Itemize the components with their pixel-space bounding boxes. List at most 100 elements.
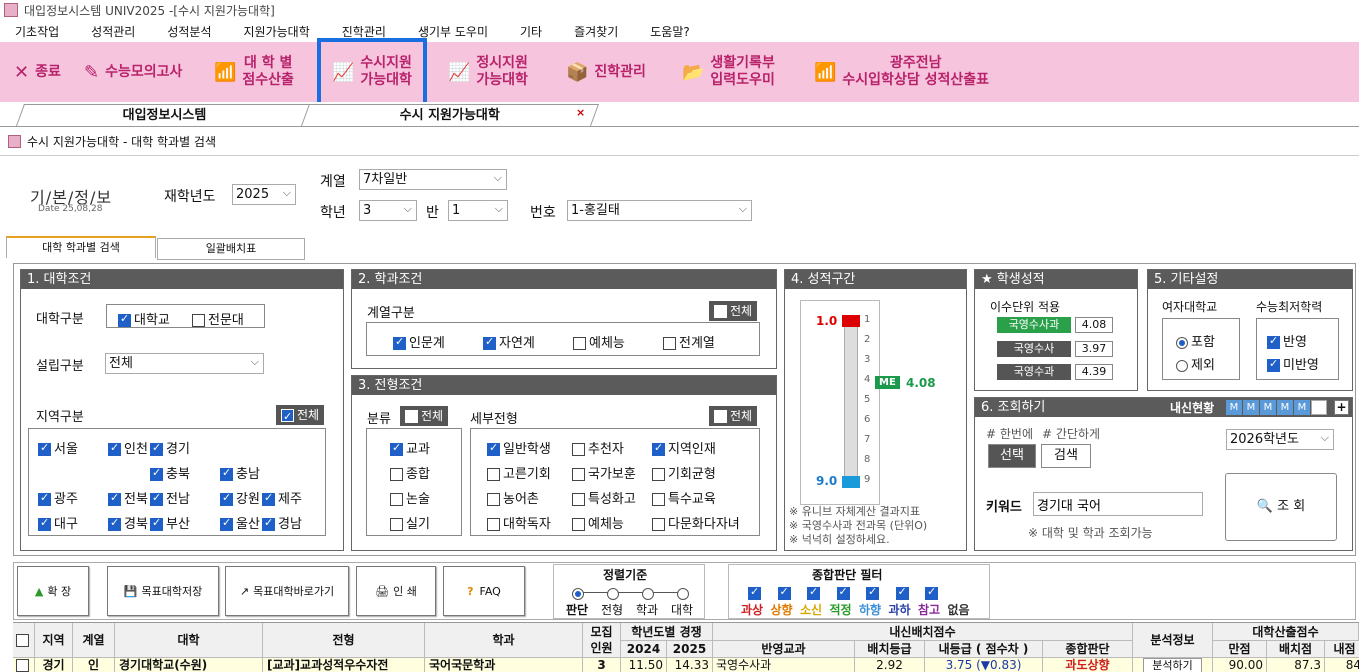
sort-radio-0[interactable] — [572, 586, 587, 600]
select-all-header[interactable] — [13, 623, 35, 658]
estab-select[interactable]: 전체 — [105, 352, 264, 374]
detail-check-5[interactable]: 기회균형 — [652, 463, 716, 482]
arts-check[interactable]: 예체능 — [573, 332, 625, 351]
menu-grades[interactable]: 성적관리 — [91, 23, 135, 40]
table-row[interactable]: 경기 인 경기대학교(수원) [교과]교과성적우수자전 국어국문학과 3 11.… — [13, 658, 1359, 672]
filter-check-1[interactable] — [777, 585, 794, 600]
class-check-1[interactable]: 종합 — [390, 463, 430, 482]
analyze-button[interactable]: 분석하기 — [1143, 658, 1202, 672]
menu-analysis[interactable]: 성적분석 — [167, 23, 211, 40]
region-check-6[interactable]: 충남 — [220, 463, 260, 482]
include-radio[interactable]: 포함 — [1176, 331, 1215, 350]
tab-main[interactable]: 대입정보시스템 — [15, 104, 315, 126]
detail-check-8[interactable]: 특수교육 — [652, 488, 716, 507]
region-check-5[interactable]: 충북 — [150, 463, 190, 482]
menu-available[interactable]: 지원가능대학 — [244, 23, 310, 40]
query-button[interactable]: 🔍 조 회 — [1225, 473, 1337, 541]
detail-check-0[interactable]: 일반학생 — [487, 438, 551, 457]
detail-check-3[interactable]: 고른기회 — [487, 463, 551, 482]
admission-button[interactable]: 📦 진학관리 — [566, 42, 646, 102]
query-year-select[interactable]: 2026학년도 — [1226, 428, 1334, 450]
tab-dept-search[interactable]: 대학 학과별 검색 — [6, 236, 156, 258]
detail-check-7[interactable]: 특성화고 — [572, 488, 636, 507]
exclude-radio[interactable]: 제외 — [1176, 354, 1215, 373]
menu-record[interactable]: 생기부 도우미 — [418, 23, 488, 40]
select-button[interactable]: 선택 — [988, 444, 1036, 468]
detail-check-9[interactable]: 대학독자 — [487, 513, 551, 532]
college-check[interactable]: 전문대 — [192, 309, 244, 328]
region-check-16[interactable]: 경남 — [262, 513, 302, 532]
track-select[interactable]: 7차일반 — [359, 168, 507, 190]
csat-apply-check[interactable]: 반영 — [1267, 331, 1307, 350]
filter-check-6[interactable] — [925, 585, 941, 600]
add-status-button[interactable]: + — [1334, 400, 1349, 415]
gwangju-score-button[interactable]: 📶 광주전남 수시입학상담 성적산출표 — [814, 42, 989, 102]
sort-radio-1[interactable] — [607, 586, 622, 600]
class-all-toggle[interactable]: 전체 — [400, 406, 449, 426]
univ-check[interactable]: 대학교 — [118, 309, 170, 328]
univ-score-button[interactable]: 📶 대 학 별 점수산출 — [214, 42, 294, 102]
expand-button[interactable]: ▲ 확 장 — [17, 566, 89, 616]
mock-exam-button[interactable]: ✎ 수능모의고사 — [84, 42, 182, 102]
filter-check-3[interactable] — [836, 585, 853, 600]
filter-check-4[interactable] — [866, 585, 882, 600]
year-select[interactable]: 2025 — [232, 183, 296, 205]
save-target-button[interactable]: 💾 목표대학저장 — [107, 566, 219, 616]
detail-check-11[interactable]: 다문화다자녀 — [652, 513, 740, 532]
sort-radio-3[interactable] — [677, 586, 692, 600]
tab-susi[interactable]: 수시 지원가능대학 — [300, 104, 600, 126]
student-select[interactable]: 1-홍길태 — [567, 199, 752, 221]
detail-check-6[interactable]: 농어촌 — [487, 488, 539, 507]
class-select[interactable]: 1 — [448, 199, 508, 221]
dept-all-toggle[interactable]: 전체 — [709, 301, 758, 321]
filter-check-5[interactable] — [895, 585, 912, 600]
region-check-12[interactable]: 대구 — [38, 513, 78, 532]
tab-close-icon[interactable]: × — [576, 106, 585, 119]
class-check-0[interactable]: 교과 — [390, 438, 430, 457]
search-button[interactable]: 검색 — [1041, 444, 1091, 468]
filter-check-0[interactable] — [748, 585, 764, 600]
goto-target-button[interactable]: ↗ 목표대학바로가기 — [225, 566, 349, 616]
region-check-1[interactable]: 인천 — [108, 438, 148, 457]
tab-batch[interactable]: 일괄배치표 — [157, 238, 305, 260]
keyword-input[interactable] — [1033, 492, 1203, 516]
detail-check-4[interactable]: 국가보훈 — [572, 463, 636, 482]
region-all-toggle[interactable]: 전체 — [276, 405, 325, 427]
menu-favorites[interactable]: 즐겨찾기 — [574, 23, 618, 40]
print-button[interactable]: 🖨 인 쇄 — [356, 566, 436, 616]
detail-check-2[interactable]: 지역인재 — [652, 438, 716, 457]
menu-admission[interactable]: 진학관리 — [342, 23, 386, 40]
region-check-11[interactable]: 제주 — [262, 488, 302, 507]
row-checkbox[interactable] — [13, 658, 35, 672]
humanities-check[interactable]: 인문계 — [393, 332, 445, 351]
region-check-8[interactable]: 전북 — [108, 488, 148, 507]
region-check-7[interactable]: 광주 — [38, 488, 78, 507]
detail-all-toggle[interactable]: 전체 — [709, 406, 758, 426]
detail-check-1[interactable]: 추천자 — [572, 438, 624, 457]
sort-radio-2[interactable] — [642, 586, 657, 600]
menu-etc[interactable]: 기타 — [520, 23, 542, 40]
exit-button[interactable]: ✕ 종료 — [14, 42, 61, 102]
detail-check-10[interactable]: 예체능 — [572, 513, 624, 532]
range-bottom-handle[interactable] — [842, 476, 860, 488]
record-helper-button[interactable]: 📂 생활기록부 입력도우미 — [682, 42, 775, 102]
csat-notapply-check[interactable]: 미반영 — [1267, 354, 1319, 373]
science-check[interactable]: 자연계 — [483, 332, 535, 351]
all-tracks-check[interactable]: 전계열 — [663, 332, 715, 351]
region-check-9[interactable]: 전남 — [150, 488, 190, 507]
jeongsi-available-button[interactable]: 📈 정시지원 가능대학 — [448, 42, 528, 102]
filter-check-2[interactable] — [807, 585, 823, 600]
region-check-14[interactable]: 부산 — [150, 513, 190, 532]
grade-select[interactable]: 3 — [359, 199, 417, 221]
region-check-2[interactable]: 경기 — [150, 438, 190, 457]
menu-basic[interactable]: 기초작업 — [15, 23, 59, 40]
menu-help[interactable]: 도움말? — [650, 23, 690, 40]
range-top-handle[interactable] — [842, 315, 860, 327]
region-check-15[interactable]: 울산 — [220, 513, 260, 532]
region-check-10[interactable]: 강원 — [220, 488, 260, 507]
region-check-13[interactable]: 경북 — [108, 513, 148, 532]
class-check-3[interactable]: 실기 — [390, 513, 430, 532]
class-check-2[interactable]: 논술 — [390, 488, 430, 507]
faq-button[interactable]: ? FAQ — [443, 566, 525, 616]
region-check-0[interactable]: 서울 — [38, 438, 78, 457]
